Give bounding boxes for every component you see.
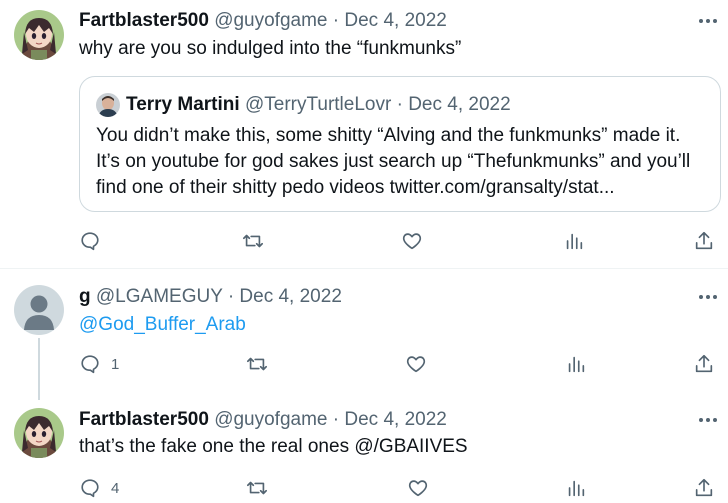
quote-text: You didn’t make this, some shitty “Alvin… — [96, 123, 706, 201]
tweet-1[interactable]: Fartblaster500 @guyofgame · Dec 4, 2022 … — [0, 0, 728, 268]
retweet-button[interactable] — [241, 228, 275, 254]
tweet-1-actions — [79, 228, 717, 254]
more-options-icon[interactable] — [696, 408, 720, 432]
more-options-icon[interactable] — [696, 9, 720, 33]
views-button[interactable] — [563, 228, 585, 254]
quoted-tweet[interactable]: Terry Martini @TerryTurtleLovr · Dec 4, … — [79, 76, 721, 212]
views-icon — [568, 480, 585, 497]
like-button[interactable] — [401, 228, 433, 254]
reply-button[interactable]: 1 — [79, 351, 119, 377]
views-icon — [566, 233, 583, 250]
tweet-3[interactable]: Fartblaster500 @guyofgame · Dec 4, 2022 … — [0, 398, 728, 503]
retweet-button[interactable] — [245, 351, 279, 377]
views-icon — [568, 356, 585, 373]
retweet-icon — [247, 481, 267, 495]
like-button[interactable] — [405, 351, 437, 377]
display-name[interactable]: g — [79, 286, 91, 307]
separator-dot: · — [332, 10, 340, 31]
reply-count: 1 — [111, 355, 120, 373]
handle[interactable]: @LGAMEGUY — [96, 286, 223, 307]
views-button[interactable] — [565, 351, 587, 377]
quote-handle[interactable]: @TerryTurtleLovr — [245, 94, 391, 115]
views-button[interactable] — [565, 475, 587, 501]
separator-dot: · — [227, 286, 235, 307]
handle[interactable]: @guyofgame — [214, 409, 327, 430]
heart-icon — [406, 356, 426, 373]
tweet-3-actions: 4 — [79, 475, 717, 501]
reply-icon — [81, 355, 99, 374]
quote-line: It’s on youtube for god sakes just searc… — [96, 151, 691, 172]
display-name[interactable]: Fartblaster500 — [79, 10, 209, 31]
share-icon — [695, 231, 713, 250]
more-options-icon[interactable] — [696, 285, 720, 309]
tweet-text: that’s the fake one the real ones @/GBAI… — [79, 436, 468, 457]
quote-header: Terry Martini @TerryTurtleLovr · Dec 4, … — [126, 93, 511, 117]
display-name[interactable]: Fartblaster500 — [79, 409, 209, 430]
quote-display-name[interactable]: Terry Martini — [126, 94, 240, 115]
share-icon — [695, 478, 713, 497]
reply-icon — [81, 479, 99, 498]
avatar-anime[interactable] — [14, 408, 64, 458]
reply-count: 4 — [111, 479, 120, 497]
timestamp[interactable]: Dec 4, 2022 — [344, 10, 446, 31]
timestamp[interactable]: Dec 4, 2022 — [344, 409, 446, 430]
reply-button[interactable]: 4 — [79, 475, 119, 501]
share-button[interactable] — [693, 475, 715, 501]
tweet-1-header: Fartblaster500 @guyofgame · Dec 4, 2022 — [79, 9, 447, 33]
handle[interactable]: @guyofgame — [214, 10, 327, 31]
tweet-2-actions: 1 — [79, 351, 717, 377]
default-avatar[interactable] — [14, 285, 64, 335]
tweet-text: @God_Buffer_Arab — [79, 313, 246, 337]
share-icon — [695, 354, 713, 373]
reply-icon — [81, 232, 99, 251]
thread-connector-line — [38, 338, 40, 400]
retweet-button[interactable] — [245, 475, 279, 501]
tweet-3-header: Fartblaster500 @guyofgame · Dec 4, 2022 — [79, 408, 447, 432]
retweet-icon — [247, 357, 267, 371]
tweet-text: why are you so indulged into the “funkmu… — [79, 38, 462, 59]
heart-icon — [408, 480, 428, 497]
tweet-2-header: g @LGAMEGUY · Dec 4, 2022 — [79, 285, 342, 309]
quote-line: You didn’t make this, some shitty “Alvin… — [96, 125, 681, 146]
timestamp[interactable]: Dec 4, 2022 — [239, 286, 341, 307]
separator-dot: · — [332, 409, 340, 430]
separator-dot: · — [396, 94, 403, 115]
share-button[interactable] — [693, 228, 715, 254]
retweet-icon — [243, 234, 263, 248]
quote-timestamp[interactable]: Dec 4, 2022 — [408, 94, 510, 115]
share-button[interactable] — [693, 351, 715, 377]
quote-avatar[interactable] — [96, 93, 120, 117]
like-button[interactable] — [407, 475, 439, 501]
heart-icon — [402, 233, 422, 250]
quote-line: find one of their shitty pedo videos twi… — [96, 177, 615, 198]
avatar-anime[interactable] — [14, 10, 64, 60]
tweet-2[interactable]: g @LGAMEGUY · Dec 4, 2022 @God_Buffer_Ar… — [0, 269, 728, 389]
mention-link[interactable]: @God_Buffer_Arab — [79, 314, 246, 335]
reply-button[interactable] — [79, 228, 111, 254]
